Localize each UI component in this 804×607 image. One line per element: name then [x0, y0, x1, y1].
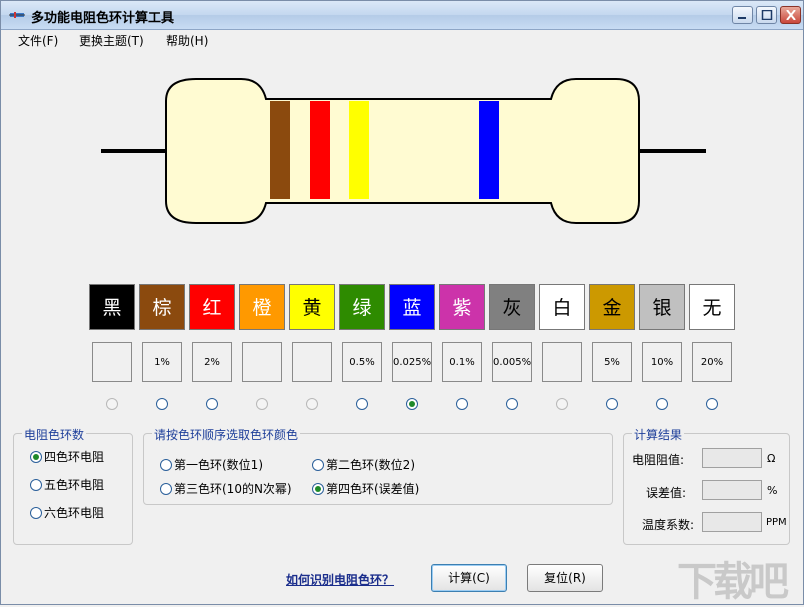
color-radio[interactable] [656, 398, 668, 410]
minimize-button[interactable] [732, 6, 753, 24]
reset-button[interactable]: 复位(R) [527, 564, 603, 592]
resistor-band-2 [310, 101, 330, 199]
resistance-output[interactable] [702, 448, 762, 468]
color-value-box: 0.1% [442, 342, 482, 382]
ring-count-option-6[interactable]: 六色环电阻 [30, 504, 104, 521]
radio-button[interactable] [30, 451, 42, 463]
color-radio[interactable] [706, 398, 718, 410]
option-label: 第一色环(数位1) [174, 458, 263, 472]
option-label: 五色环电阻 [44, 478, 104, 492]
menu-help[interactable]: 帮助(H) [166, 32, 208, 49]
color-value-box: 5% [592, 342, 632, 382]
option-label: 第二色环(数位2) [326, 458, 415, 472]
ring-select-option-1[interactable]: 第一色环(数位1) [160, 456, 263, 473]
maximize-button[interactable] [756, 6, 777, 24]
close-icon [785, 10, 797, 20]
color-swatch[interactable]: 黄 [289, 284, 335, 330]
minimize-icon [737, 10, 749, 20]
color-radio[interactable] [306, 398, 318, 410]
ring-select-group: 请按色环顺序选取色环颜色 第一色环(数位1) 第二色环(数位2) 第三色环(10… [143, 433, 613, 505]
maximize-icon [761, 10, 773, 20]
color-value-box: 0.5% [342, 342, 382, 382]
tempco-label: 温度系数: [642, 516, 694, 533]
color-swatch[interactable]: 银 [639, 284, 685, 330]
ring-select-option-4[interactable]: 第四色环(误差值) [312, 480, 419, 497]
color-value-box [542, 342, 582, 382]
color-value-box: 0.025% [392, 342, 432, 382]
ring-count-group: 电阻色环数 四色环电阻 五色环电阻 六色环电阻 [13, 433, 133, 545]
color-swatch[interactable]: 橙 [239, 284, 285, 330]
ring-count-option-4[interactable]: 四色环电阻 [30, 448, 104, 465]
menu-theme[interactable]: 更换主题(T) [79, 32, 144, 49]
option-label: 六色环电阻 [44, 506, 104, 520]
radio-button[interactable] [312, 459, 324, 471]
tolerance-unit: % [767, 484, 777, 497]
color-value-box: 0.005% [492, 342, 532, 382]
color-radio[interactable] [606, 398, 618, 410]
color-swatch[interactable]: 无 [689, 284, 735, 330]
title-bar: 多功能电阻色环计算工具 [1, 1, 803, 30]
color-swatch[interactable]: 蓝 [389, 284, 435, 330]
color-radio[interactable] [356, 398, 368, 410]
watermark-logo: 下载吧 [677, 549, 785, 607]
tempco-output[interactable] [702, 512, 762, 532]
resistor-band-3 [349, 101, 369, 199]
ring-select-option-2[interactable]: 第二色环(数位2) [312, 456, 415, 473]
tempco-unit: PPM [766, 517, 787, 528]
color-radio[interactable] [206, 398, 218, 410]
close-button[interactable] [780, 6, 801, 24]
menu-bar: 文件(F) 更换主题(T) 帮助(H) [1, 30, 803, 50]
app-icon [9, 8, 25, 22]
menu-file[interactable]: 文件(F) [18, 32, 58, 49]
color-swatch[interactable]: 绿 [339, 284, 385, 330]
color-value-box [242, 342, 282, 382]
resistor-diagram [101, 73, 706, 233]
resistor-band-1 [270, 101, 290, 199]
option-label: 四色环电阻 [44, 450, 104, 464]
color-value-box: 1% [142, 342, 182, 382]
color-radio[interactable] [156, 398, 168, 410]
color-swatch[interactable]: 白 [539, 284, 585, 330]
option-label: 第三色环(10的N次幂) [174, 482, 292, 496]
radio-button[interactable] [30, 479, 42, 491]
color-value-box: 2% [192, 342, 232, 382]
color-radio[interactable] [456, 398, 468, 410]
resistor-band-4 [479, 101, 499, 199]
resistance-unit: Ω [767, 452, 775, 465]
tolerance-output[interactable] [702, 480, 762, 500]
ring-select-title: 请按色环顺序选取色环颜色 [152, 426, 300, 443]
result-group: 计算结果 电阻阻值: Ω 误差值: % 温度系数: PPM [623, 433, 790, 545]
ring-select-option-3[interactable]: 第三色环(10的N次幂) [160, 480, 292, 497]
help-identify-link[interactable]: 如何识别电阻色环？ [286, 571, 394, 588]
resistor-body [166, 79, 639, 223]
color-value-box: 20% [692, 342, 732, 382]
calculate-button[interactable]: 计算(C) [431, 564, 507, 592]
color-swatch[interactable]: 紫 [439, 284, 485, 330]
color-swatch[interactable]: 黑 [89, 284, 135, 330]
window-title: 多功能电阻色环计算工具 [31, 7, 174, 26]
option-label: 第四色环(误差值) [326, 482, 419, 496]
ring-count-option-5[interactable]: 五色环电阻 [30, 476, 104, 493]
color-swatch[interactable]: 金 [589, 284, 635, 330]
color-swatch[interactable]: 灰 [489, 284, 535, 330]
radio-button[interactable] [160, 459, 172, 471]
color-value-box: 10% [642, 342, 682, 382]
color-swatch[interactable]: 棕 [139, 284, 185, 330]
color-swatch[interactable]: 红 [189, 284, 235, 330]
app-window: 多功能电阻色环计算工具 文件(F) 更换主题(T) 帮助(H) 黑棕 1%红 2%橙… [0, 0, 804, 605]
radio-button[interactable] [312, 483, 324, 495]
ring-count-title: 电阻色环数 [22, 426, 86, 443]
color-value-box [292, 342, 332, 382]
color-radio[interactable] [406, 398, 418, 410]
radio-button[interactable] [30, 507, 42, 519]
color-radio[interactable] [556, 398, 568, 410]
color-radio[interactable] [256, 398, 268, 410]
result-title: 计算结果 [632, 426, 684, 443]
color-value-box [92, 342, 132, 382]
color-radio[interactable] [506, 398, 518, 410]
resistance-label: 电阻阻值: [632, 451, 684, 468]
radio-button[interactable] [160, 483, 172, 495]
tolerance-label: 误差值: [646, 484, 686, 501]
color-radio[interactable] [106, 398, 118, 410]
